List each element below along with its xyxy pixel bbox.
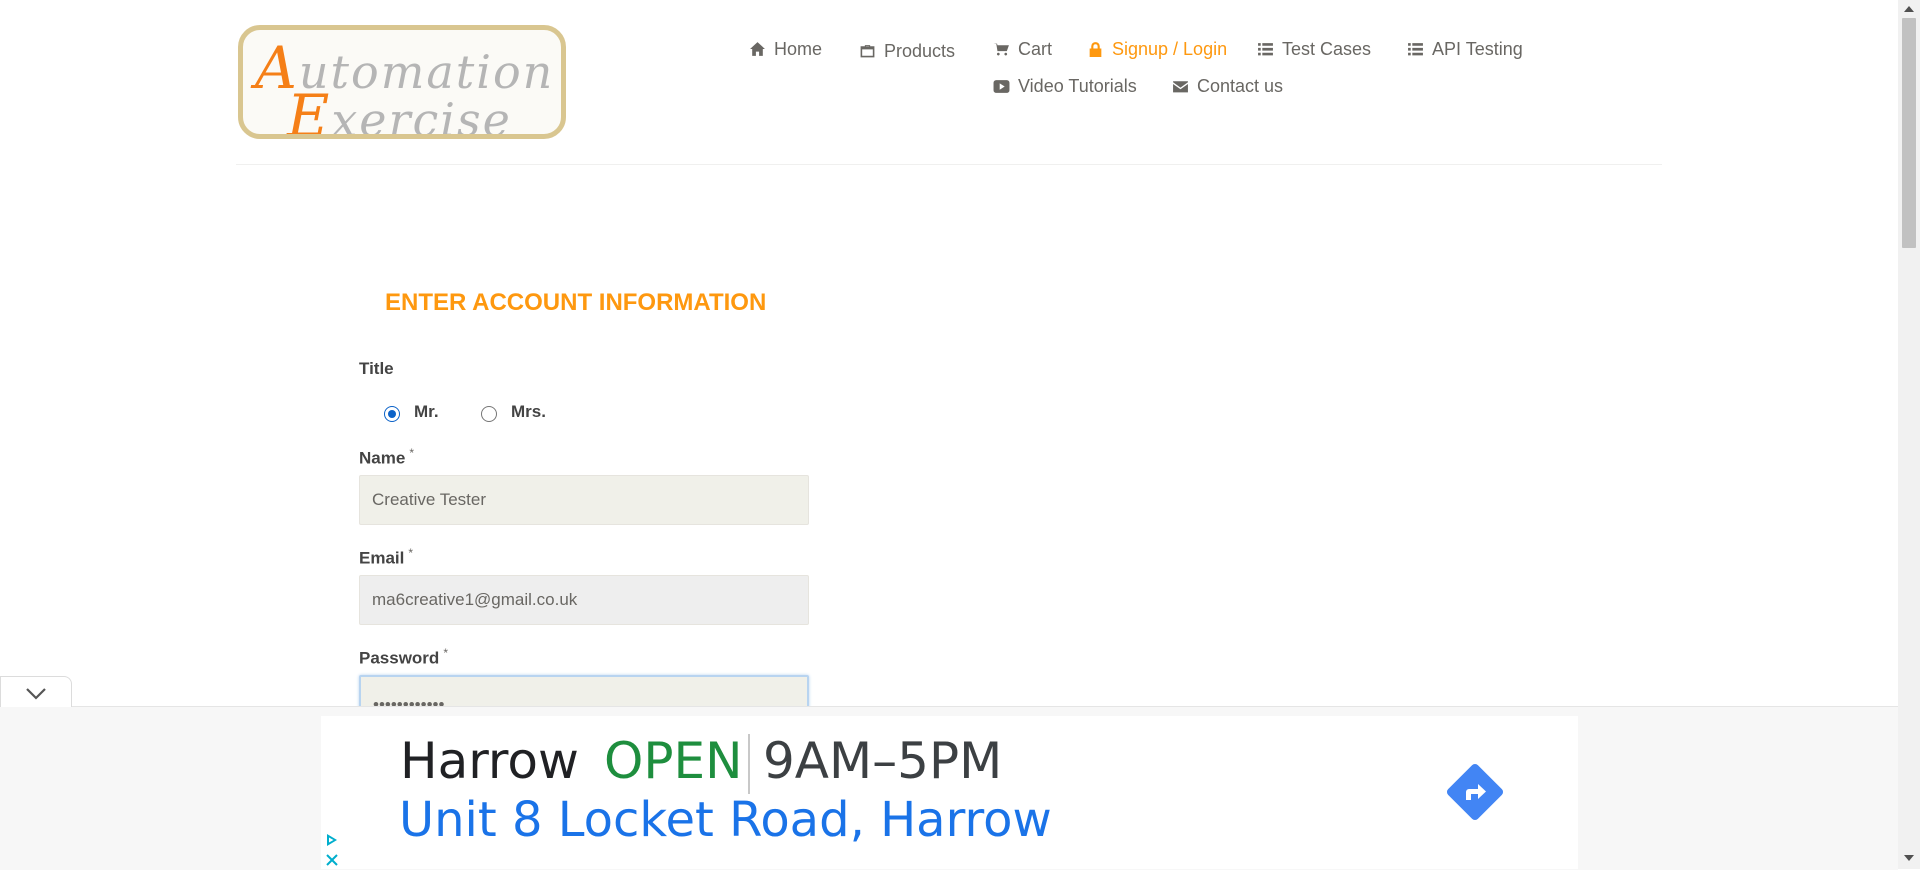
name-label-text: Name [359, 448, 406, 468]
nav-api-testing-label: API Testing [1432, 39, 1523, 59]
required-mark: * [409, 446, 414, 460]
list-icon [1408, 43, 1423, 56]
name-input[interactable]: Creative Tester [359, 475, 809, 525]
title-mrs-label[interactable]: Mrs. [511, 402, 546, 422]
nav-products[interactable]: Products [859, 41, 955, 62]
title-mr-radio[interactable] [384, 406, 400, 422]
header-divider [236, 164, 1662, 165]
title-mr-label[interactable]: Mr. [414, 402, 439, 422]
briefcase-icon [860, 45, 875, 58]
lock-icon [1089, 42, 1102, 57]
password-label: Password * [359, 646, 448, 669]
chevron-down-icon [26, 688, 46, 700]
form-heading: ENTER ACCOUNT INFORMATION [385, 289, 767, 316]
cart-icon [993, 43, 1009, 56]
ad-close-icon[interactable] [324, 852, 340, 868]
nav-contact-us[interactable]: Contact us [1172, 76, 1283, 97]
ad-hours: 9AM–5PM [763, 732, 1003, 790]
nav-cart[interactable]: Cart [993, 39, 1052, 60]
nav-home[interactable]: Home [749, 39, 822, 60]
nav-signup-login-label: Signup / Login [1112, 39, 1228, 59]
password-label-text: Password [359, 648, 440, 668]
main-nav: Home Products Cart Signup / Login Test C… [0, 0, 1920, 110]
nav-test-cases-label: Test Cases [1282, 39, 1372, 59]
nav-cart-label: Cart [1018, 39, 1053, 59]
scrollbar-thumb[interactable] [1902, 18, 1916, 248]
scroll-down-arrow-icon[interactable] [1904, 855, 1914, 861]
vertical-scrollbar[interactable] [1898, 0, 1920, 869]
email-label-text: Email [359, 548, 405, 568]
nav-api-testing[interactable]: API Testing [1407, 39, 1523, 60]
name-label: Name * [359, 446, 414, 469]
nav-test-cases[interactable]: Test Cases [1257, 39, 1371, 60]
nav-video-tutorials[interactable]: Video Tutorials [993, 76, 1137, 97]
home-icon [750, 42, 765, 56]
required-mark: * [443, 646, 448, 660]
ad-separator [748, 734, 750, 794]
nav-contact-us-label: Contact us [1197, 76, 1284, 96]
email-input[interactable]: ma6creative1@gmail.co.uk [359, 575, 809, 625]
ad-address: Unit 8 Locket Road, Harrow [399, 792, 1052, 848]
ad-collapse-button[interactable] [0, 676, 72, 707]
directions-icon[interactable] [1445, 762, 1505, 822]
nav-home-label: Home [774, 39, 823, 59]
ad-creative[interactable]: Harrow OPEN 9AM–5PM Unit 8 Locket Road, … [321, 716, 1578, 869]
email-label: Email * [359, 546, 413, 569]
ad-business-name: Harrow [400, 732, 579, 790]
envelope-icon [1173, 81, 1188, 93]
title-label: Title [359, 359, 394, 378]
required-mark: * [408, 546, 414, 560]
youtube-icon [993, 80, 1010, 93]
nav-products-label: Products [884, 41, 956, 61]
nav-signup-login[interactable]: Signup / Login [1087, 39, 1227, 60]
adchoices-icon[interactable] [324, 832, 340, 848]
ad-open-status: OPEN [604, 732, 743, 790]
nav-video-tutorials-label: Video Tutorials [1018, 76, 1137, 96]
title-mrs-radio[interactable] [481, 406, 497, 422]
list-icon [1258, 43, 1273, 56]
scroll-up-arrow-icon[interactable] [1904, 6, 1914, 12]
